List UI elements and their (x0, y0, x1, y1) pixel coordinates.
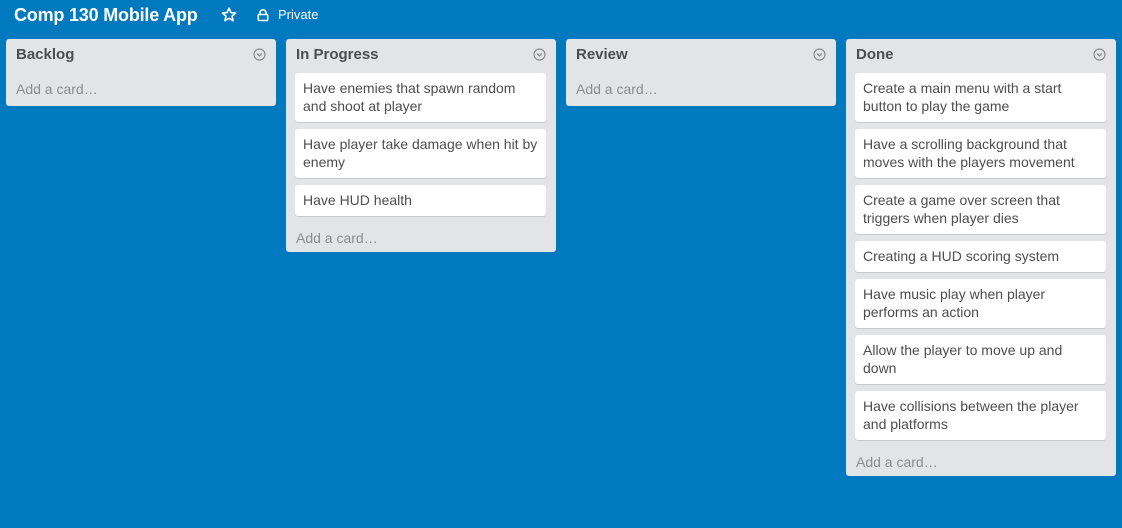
list-header: Review (566, 39, 836, 70)
list-header: In Progress (286, 39, 556, 70)
list-title[interactable]: Backlog (16, 46, 74, 64)
card[interactable]: Create a game over screen that triggers … (855, 185, 1106, 234)
privacy-button[interactable]: Private (256, 6, 318, 24)
card-list: Have enemies that spawn random and shoot… (286, 70, 556, 216)
star-icon[interactable] (220, 6, 238, 24)
privacy-label: Private (278, 7, 319, 22)
card[interactable]: Have collisions between the player and p… (855, 391, 1106, 440)
card[interactable]: Have music play when player performs an … (855, 279, 1106, 328)
list-done: Done Create a main menu with a start but… (846, 39, 1116, 476)
card[interactable]: Have enemies that spawn random and shoot… (295, 73, 546, 122)
add-card-button[interactable]: Add a card… (6, 70, 276, 106)
card-list: Create a main menu with a start button t… (846, 70, 1116, 440)
board-header: Comp 130 Mobile App Private (0, 0, 1122, 32)
list-in-progress: In Progress Have enemies that spawn rand… (286, 39, 556, 252)
board-title[interactable]: Comp 130 Mobile App (14, 4, 198, 26)
card[interactable]: Have HUD health (295, 185, 546, 216)
chevron-down-icon[interactable] (253, 48, 266, 61)
add-card-button[interactable]: Add a card… (566, 70, 836, 106)
card[interactable]: Creating a HUD scoring system (855, 241, 1106, 272)
card[interactable]: Have player take damage when hit by enem… (295, 129, 546, 178)
add-card-button[interactable]: Add a card… (846, 447, 1116, 476)
list-header: Backlog (6, 39, 276, 70)
lock-icon (256, 8, 270, 22)
add-card-button[interactable]: Add a card… (286, 223, 556, 252)
card[interactable]: Allow the player to move up and down (855, 335, 1106, 384)
card[interactable]: Create a main menu with a start button t… (855, 73, 1106, 122)
list-title[interactable]: Done (856, 46, 894, 64)
chevron-down-icon[interactable] (813, 48, 826, 61)
list-header: Done (846, 39, 1116, 70)
list-backlog: Backlog Add a card… (6, 39, 276, 106)
chevron-down-icon[interactable] (533, 48, 546, 61)
list-title[interactable]: In Progress (296, 46, 379, 64)
chevron-down-icon[interactable] (1093, 48, 1106, 61)
list-title[interactable]: Review (576, 46, 628, 64)
list-review: Review Add a card… (566, 39, 836, 106)
card[interactable]: Have a scrolling background that moves w… (855, 129, 1106, 178)
